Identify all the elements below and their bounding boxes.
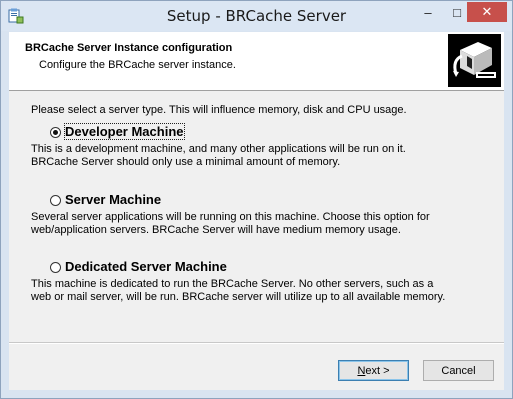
server-machine-description-line2: web/application servers. BRCache Server … — [31, 224, 401, 236]
developer-machine-description-line1: This is a development machine, and many … — [31, 143, 406, 155]
minimize-button[interactable]: – — [414, 2, 442, 22]
page-subtitle: Configure the BRCache server instance. — [39, 59, 236, 71]
dedicated-server-radio[interactable] — [50, 262, 61, 273]
developer-machine-description-line2: BRCache Server should only use a minimal… — [31, 156, 341, 168]
close-button[interactable]: ✕ — [467, 2, 507, 22]
wizard-body: BRCache Server Instance configuration Co… — [9, 32, 504, 390]
cancel-button[interactable]: Cancel — [423, 360, 494, 381]
computer-install-graphic — [448, 34, 501, 87]
server-type-prompt: Please select a server type. This will i… — [31, 104, 407, 116]
page-title: BRCache Server Instance configuration — [25, 42, 233, 54]
setup-window: Setup - BRCache Server – □ ✕ BRCache Ser… — [0, 0, 513, 399]
dedicated-server-description-line2: web or mail server, will be run. BRCache… — [31, 291, 446, 303]
wizard-header: BRCache Server Instance configuration Co… — [9, 32, 504, 91]
footer-divider — [9, 342, 504, 344]
server-machine-radio[interactable] — [50, 195, 61, 206]
next-label: ext > — [365, 364, 390, 377]
server-machine-description-line1: Several server applications will be runn… — [31, 211, 430, 223]
developer-machine-radio[interactable] — [50, 127, 61, 138]
title-bar[interactable]: Setup - BRCache Server – □ ✕ — [1, 1, 512, 31]
next-button[interactable]: Next > — [338, 360, 409, 381]
next-mnemonic: N — [357, 364, 366, 377]
dedicated-server-label[interactable]: Dedicated Server Machine — [65, 259, 227, 274]
developer-machine-label[interactable]: Developer Machine — [64, 123, 185, 140]
server-machine-label[interactable]: Server Machine — [65, 192, 161, 207]
dedicated-server-description-line1: This machine is dedicated to run the BRC… — [31, 278, 434, 290]
